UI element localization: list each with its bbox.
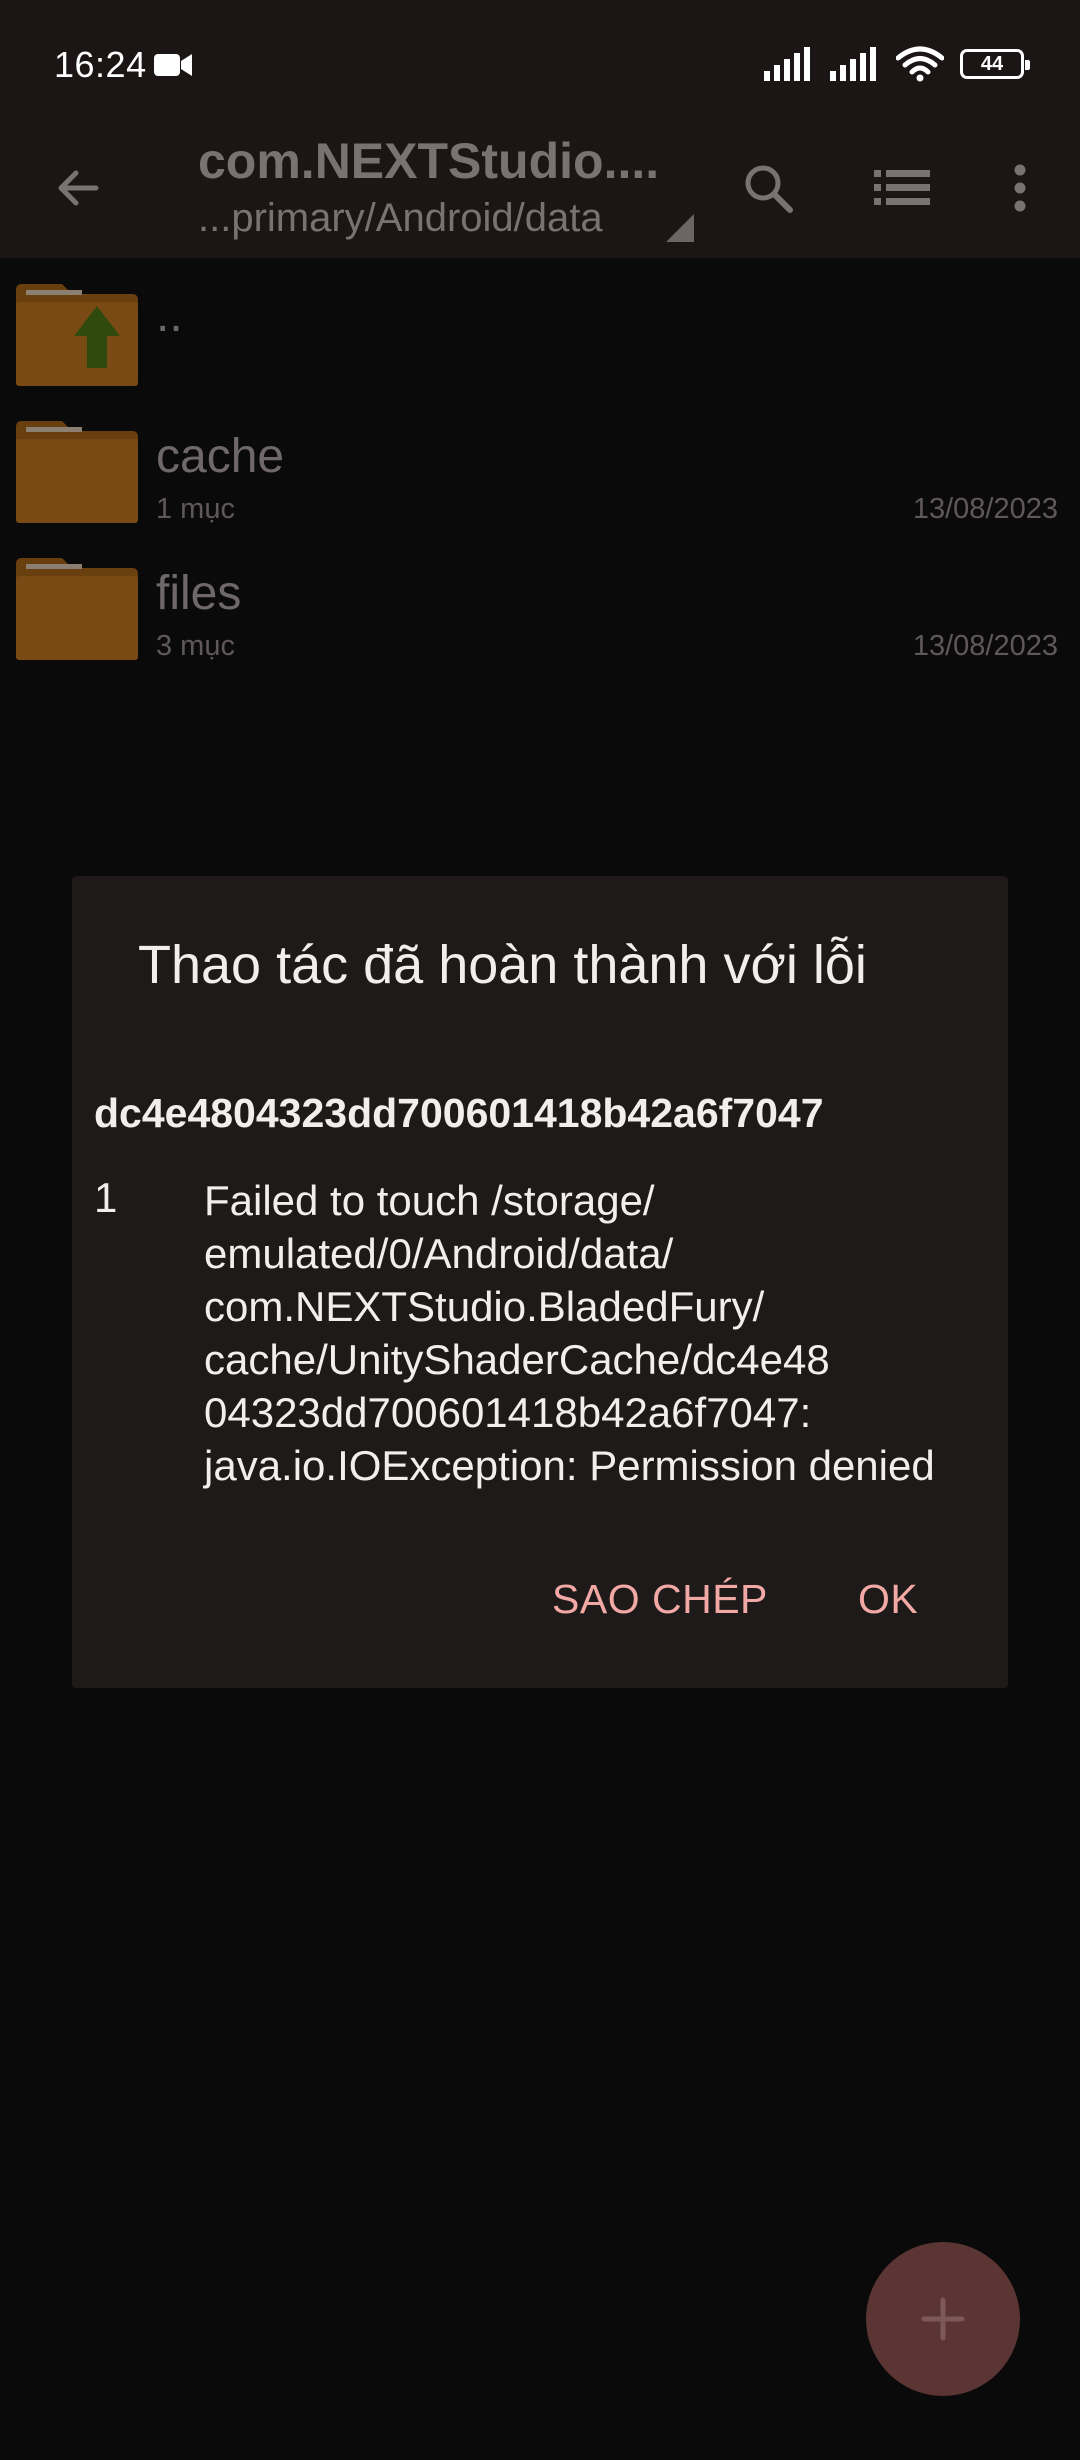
screen: 16:24 44 com.NEXTStudio.... ...primary/A… [0, 0, 1080, 2460]
error-index: 1 [94, 1174, 118, 1221]
list-view-button[interactable] [866, 152, 938, 224]
dropdown-caret-icon [666, 214, 694, 242]
file-item-count: 1 mục [156, 493, 235, 525]
list-view-icon [874, 170, 930, 205]
list-item-parent[interactable]: .. [0, 266, 1080, 403]
file-name: cache [156, 430, 285, 483]
battery-level: 44 [980, 52, 1004, 75]
file-date: 13/08/2023 [912, 630, 1058, 662]
ok-button[interactable]: OK [858, 1576, 918, 1623]
dialog-title: Thao tác đã hoàn thành với lỗi [138, 935, 867, 995]
error-message: Failed to touch /storage/ emulated/0/And… [204, 1174, 1004, 1492]
file-name: .. [156, 289, 183, 342]
page-title: com.NEXTStudio.... [198, 133, 660, 189]
back-arrow-icon [58, 170, 99, 206]
more-options-button[interactable] [1000, 152, 1040, 224]
more-vert-icon [1014, 164, 1026, 212]
copy-button[interactable]: SAO CHÉP [552, 1576, 768, 1623]
folder-icon [16, 421, 138, 523]
wifi-icon [896, 46, 944, 82]
status-time: 16:24 [54, 44, 147, 85]
file-item-count: 3 mục [156, 630, 235, 662]
file-date: 13/08/2023 [912, 493, 1058, 525]
app-bar: com.NEXTStudio.... ...primary/Android/da… [0, 130, 1080, 258]
signal-icon [764, 47, 810, 81]
error-file-hash: dc4e4804323dd700601418b42a6f7047 [94, 1090, 824, 1136]
file-name: files [156, 567, 242, 620]
signal-icon [830, 47, 876, 81]
error-line: com.NEXTStudio.BladedFury/ [204, 1283, 765, 1330]
error-line: 04323dd700601418b42a6f7047: [204, 1389, 812, 1436]
back-button[interactable] [42, 152, 114, 224]
search-icon [745, 165, 793, 213]
path-breadcrumb: ...primary/Android/data [198, 196, 603, 240]
battery-icon: 44 [960, 49, 1030, 79]
list-item-files[interactable]: files 3 mục 13/08/2023 [0, 540, 1080, 677]
plus-icon [921, 2297, 965, 2341]
search-button[interactable] [732, 152, 804, 224]
add-fab-button[interactable] [866, 2242, 1020, 2396]
error-line: java.io.IOException: Permission denied [204, 1442, 935, 1489]
status-icons: 44 [764, 44, 1030, 84]
status-bar: 16:24 44 [0, 0, 1080, 130]
error-line: emulated/0/Android/data/ [204, 1230, 674, 1277]
folder-icon [16, 558, 138, 660]
list-item-cache[interactable]: cache 1 mục 13/08/2023 [0, 403, 1080, 540]
video-camera-icon [154, 54, 192, 76]
error-line: Failed to touch /storage/ [204, 1177, 655, 1224]
folder-up-icon [16, 284, 138, 386]
title-block[interactable]: com.NEXTStudio.... ...primary/Android/da… [198, 130, 718, 258]
error-dialog: Thao tác đã hoàn thành với lỗi dc4e48043… [72, 876, 1008, 1688]
error-line: cache/UnityShaderCache/dc4e48 [204, 1336, 830, 1383]
